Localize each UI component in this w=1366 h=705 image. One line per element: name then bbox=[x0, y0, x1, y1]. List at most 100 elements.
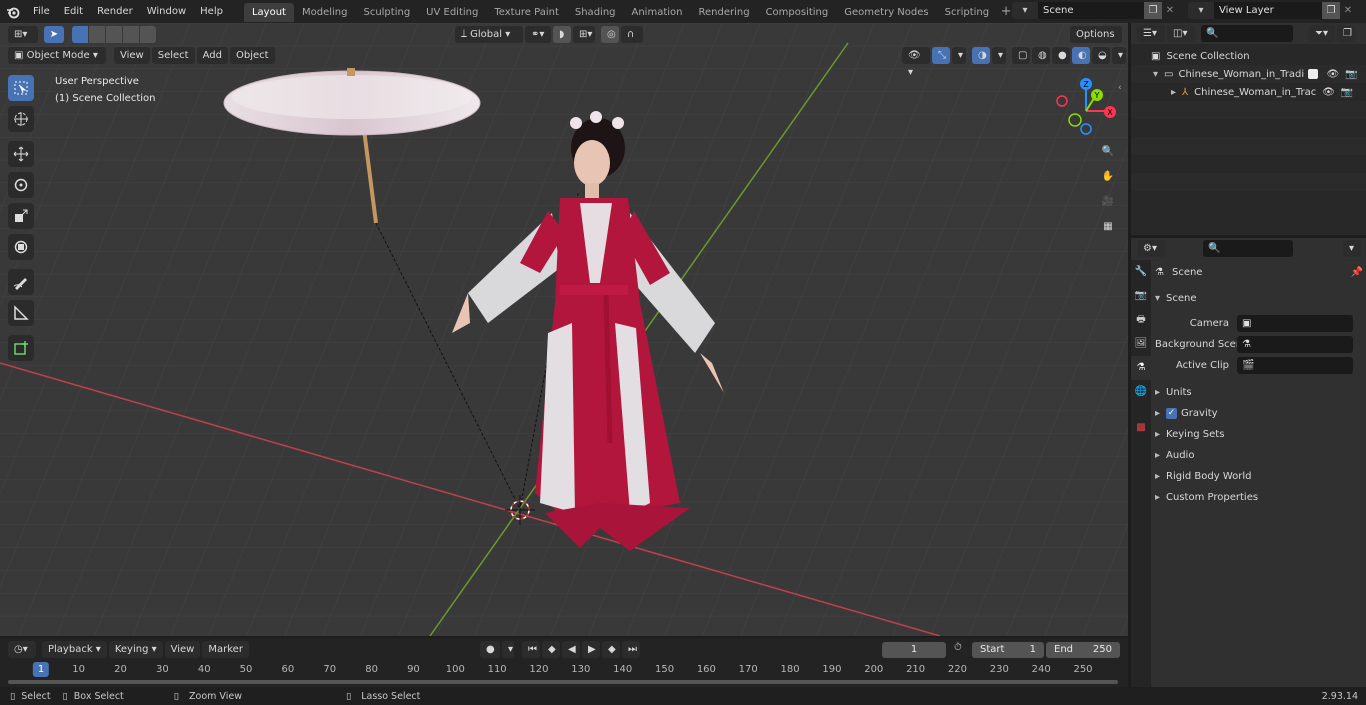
outliner-filter-icon[interactable]: ⏷▾ bbox=[1309, 25, 1335, 42]
gizmo-dropdown-icon[interactable]: ▾ bbox=[952, 47, 966, 64]
view-layer-icon[interactable]: ▾ bbox=[1188, 2, 1214, 19]
tab-geometry-nodes[interactable]: Geometry Nodes bbox=[836, 3, 936, 22]
menu-keying[interactable]: Keying ▾ bbox=[108, 640, 163, 658]
tab-render-icon[interactable]: 📷 bbox=[1131, 284, 1151, 308]
pivot-point-icon[interactable]: ⚭▾ bbox=[525, 26, 551, 43]
camera-view-icon[interactable]: 🎥 bbox=[1097, 190, 1119, 212]
record-options-icon[interactable]: ▾ bbox=[502, 641, 514, 658]
tool-rotate-icon[interactable] bbox=[8, 172, 34, 198]
stopwatch-icon[interactable]: ⏱ bbox=[954, 642, 962, 653]
current-frame-field[interactable]: 1 bbox=[882, 642, 946, 658]
select-new-icon[interactable] bbox=[72, 26, 88, 43]
render-camera-icon[interactable]: 📷 bbox=[1341, 87, 1353, 98]
jump-end-icon[interactable]: ⏭ bbox=[622, 641, 640, 658]
panel-units[interactable]: ▸ Units bbox=[1155, 382, 1363, 403]
tab-rendering[interactable]: Rendering bbox=[690, 3, 757, 22]
tab-animation[interactable]: Animation bbox=[624, 3, 691, 22]
tab-tool-icon[interactable]: 🔧 bbox=[1131, 260, 1151, 284]
tool-measure-icon[interactable] bbox=[8, 300, 34, 326]
play-icon[interactable]: ▶ bbox=[582, 641, 600, 658]
pin-icon[interactable]: 📌 bbox=[1351, 267, 1363, 278]
tab-compositing[interactable]: Compositing bbox=[758, 3, 837, 22]
scene-icon[interactable]: ▾ bbox=[1012, 2, 1038, 19]
menu-select[interactable]: Select bbox=[151, 47, 195, 64]
proportional-falloff-icon[interactable]: ∩ bbox=[621, 26, 643, 43]
tab-texture-paint[interactable]: Texture Paint bbox=[486, 3, 567, 22]
timeline-scrollbar[interactable] bbox=[8, 680, 1118, 684]
menu-add[interactable]: Add bbox=[196, 47, 228, 64]
end-frame-field[interactable]: End 250 bbox=[1046, 642, 1120, 658]
view-layer-field[interactable]: View Layer bbox=[1214, 2, 1322, 19]
scene-name-field[interactable]: Scene bbox=[1038, 2, 1144, 19]
properties-editor-type-icon[interactable]: ⚙▾ bbox=[1137, 239, 1165, 257]
navigation-gizmo[interactable]: Z Y X bbox=[1050, 75, 1120, 145]
select-tool-icon[interactable]: ➤ bbox=[44, 26, 64, 43]
tab-world-icon[interactable]: 🌐 bbox=[1131, 380, 1151, 404]
select-extend-icon[interactable] bbox=[89, 26, 105, 43]
play-reverse-icon[interactable]: ◀ bbox=[562, 641, 580, 658]
tab-uv-editing[interactable]: UV Editing bbox=[418, 3, 486, 22]
panel-keying-sets[interactable]: ▸ Keying Sets bbox=[1155, 424, 1363, 445]
exclude-checkbox-icon[interactable] bbox=[1308, 69, 1319, 79]
options-dropdown[interactable]: Options ▾ bbox=[1070, 26, 1122, 57]
gizmo-icon[interactable]: ⤡ bbox=[932, 47, 950, 64]
expand-arrow-icon[interactable]: ▾ bbox=[1153, 69, 1158, 80]
outliner-search-input[interactable]: 🔍 bbox=[1201, 25, 1293, 42]
sidebar-toggle-icon[interactable]: ‹ bbox=[1118, 83, 1122, 93]
new-view-layer-icon[interactable]: ❐ bbox=[1322, 2, 1340, 19]
menu-marker[interactable]: Marker bbox=[202, 640, 249, 658]
blender-logo-icon[interactable] bbox=[0, 0, 26, 23]
menu-view[interactable]: View bbox=[114, 47, 150, 64]
wireframe-shading-icon[interactable]: ◍ bbox=[1032, 47, 1050, 64]
tool-select-box-icon[interactable] bbox=[8, 75, 34, 101]
active-clip-field[interactable]: 🎬 bbox=[1237, 357, 1353, 374]
hide-eye-icon[interactable]: 👁 bbox=[1322, 87, 1335, 98]
menu-edit[interactable]: Edit bbox=[57, 0, 90, 23]
tool-scale-icon[interactable] bbox=[8, 203, 34, 229]
new-collection-icon[interactable]: ❐ bbox=[1337, 25, 1355, 42]
outliner-row-collection[interactable]: ▾ ▭ Chinese_Woman_in_Tradition 👁 📷 bbox=[1131, 65, 1366, 83]
render-camera-icon[interactable]: 📷 bbox=[1345, 69, 1357, 80]
hide-eye-icon[interactable]: 👁 bbox=[1326, 69, 1339, 80]
snap-icon[interactable]: ◗ bbox=[553, 26, 571, 43]
properties-options-icon[interactable]: ▾ bbox=[1343, 239, 1361, 257]
editor-type-icon[interactable]: ⊞▾ bbox=[8, 26, 38, 43]
tab-output-icon[interactable]: 🖶 bbox=[1131, 308, 1151, 332]
menu-playback[interactable]: Playback ▾ bbox=[42, 640, 107, 658]
tool-move-icon[interactable] bbox=[8, 141, 34, 167]
outliner-row-object[interactable]: ▸ ⅄ Chinese_Woman_in_Trac 👁 📷 bbox=[1131, 83, 1366, 101]
tool-cursor-icon[interactable] bbox=[8, 106, 34, 132]
rendered-shading-icon[interactable]: ◒ bbox=[1092, 47, 1110, 64]
material-shading-icon[interactable]: ◐ bbox=[1072, 47, 1090, 64]
scene-panel-header[interactable]: ▾ Scene bbox=[1155, 288, 1363, 309]
panel-audio[interactable]: ▸ Audio bbox=[1155, 445, 1363, 466]
timeline-editor-type-icon[interactable]: ◷▾ bbox=[8, 640, 36, 658]
camera-field[interactable]: ▣ bbox=[1237, 315, 1353, 332]
tab-view-layer-icon[interactable]: 🖼 bbox=[1131, 332, 1151, 356]
next-keyframe-icon[interactable]: ◆ bbox=[602, 641, 620, 658]
panel-rigid-body-world[interactable]: ▸ Rigid Body World bbox=[1155, 466, 1363, 487]
current-frame-marker[interactable]: 1 bbox=[32, 662, 50, 677]
zoom-icon[interactable]: 🔍 bbox=[1097, 140, 1119, 162]
prev-keyframe-icon[interactable]: ◆ bbox=[542, 641, 560, 658]
new-scene-icon[interactable]: ❐ bbox=[1144, 2, 1162, 19]
tool-annotate-icon[interactable] bbox=[8, 269, 34, 295]
outliner-row-scene-collection[interactable]: ▣ Scene Collection bbox=[1131, 47, 1366, 65]
menu-file[interactable]: File bbox=[26, 0, 57, 23]
tab-scripting[interactable]: Scripting bbox=[937, 3, 997, 22]
outliner-editor-type-icon[interactable]: ☰▾ bbox=[1137, 25, 1165, 42]
overlay-icon[interactable]: ◑ bbox=[972, 47, 990, 64]
pan-hand-icon[interactable]: ✋ bbox=[1097, 165, 1119, 187]
expand-arrow-icon[interactable]: ▸ bbox=[1171, 87, 1176, 98]
tab-modeling[interactable]: Modeling bbox=[294, 3, 356, 22]
snap-target-icon[interactable]: ⊞▾ bbox=[573, 26, 595, 43]
remove-scene-icon[interactable]: ✕ bbox=[1162, 2, 1178, 19]
start-frame-field[interactable]: Start 1 bbox=[972, 642, 1044, 658]
frame-ruler[interactable]: 1 10 20 30 40 50 60 70 80 90 100 110 120 130 140 150 160… bbox=[0, 662, 1128, 678]
proportional-edit-icon[interactable]: ◎ bbox=[601, 26, 619, 43]
overlay-dropdown-icon[interactable]: ▾ bbox=[992, 47, 1006, 64]
jump-start-icon[interactable]: ⏮ bbox=[522, 641, 540, 658]
transform-orientation-dropdown[interactable]: ⟘ Global ▾ bbox=[455, 26, 523, 43]
3d-viewport[interactable]: ⊞▾ ➤ ⟘ Global ▾ ⚭▾ ◗ ⊞▾ ◎ ∩ Options ▾ ▣ … bbox=[0, 23, 1128, 636]
tool-add-cube-icon[interactable] bbox=[8, 335, 34, 361]
